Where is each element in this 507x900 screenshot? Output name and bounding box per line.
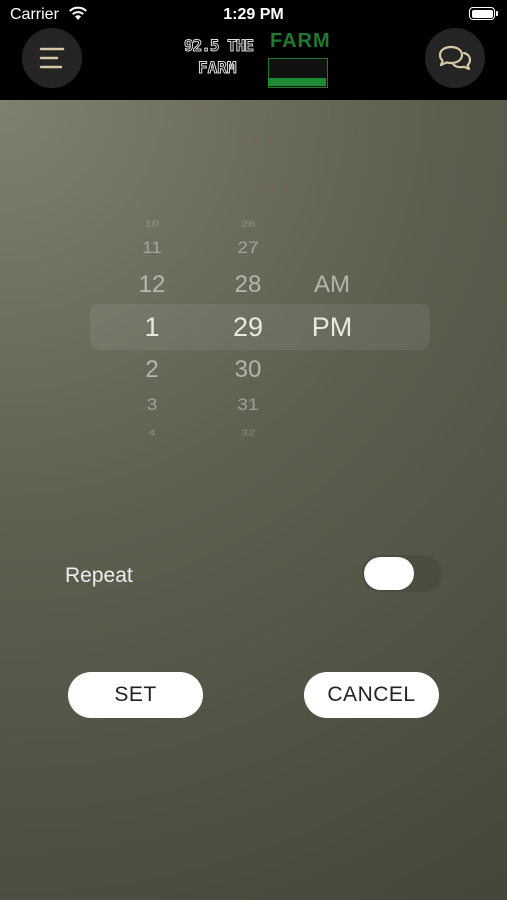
logo-line1: 92.5 THE	[183, 36, 254, 56]
logo-line2: FARM	[198, 58, 238, 78]
hour-option[interactable]: 2	[122, 358, 182, 382]
ampm-selected-pm[interactable]: PM	[302, 314, 362, 341]
minute-selected[interactable]: 29	[218, 314, 278, 341]
status-time: 1:29 PM	[223, 6, 284, 23]
cancel-button[interactable]: CANCEL	[304, 672, 439, 718]
logo-farm: FARM	[270, 30, 331, 52]
hour-option[interactable]: 12	[122, 273, 182, 297]
toggle-knob	[364, 557, 414, 590]
minute-option[interactable]: 27	[218, 240, 278, 256]
hour-selected[interactable]: 1	[122, 314, 182, 341]
battery-icon	[469, 7, 498, 20]
menu-lines-icon	[39, 47, 65, 69]
alarm-panel: 10 11 12 1 2 3 4 26 27 28 29 30 31 32 AM…	[0, 100, 507, 900]
minute-option[interactable]: 30	[218, 358, 278, 382]
status-bar: Carrier 1:29 PM	[0, 0, 507, 30]
hour-option[interactable]: 11	[122, 240, 182, 256]
hour-option[interactable]: 4	[122, 428, 182, 436]
set-button[interactable]: SET	[68, 672, 203, 718]
minute-option[interactable]: 32	[218, 428, 278, 436]
minute-option[interactable]: 31	[218, 397, 278, 413]
time-picker[interactable]: 10 11 12 1 2 3 4 26 27 28 29 30 31 32 AM…	[0, 100, 507, 900]
hour-option[interactable]: 10	[122, 219, 182, 227]
repeat-toggle[interactable]	[362, 555, 442, 592]
ampm-option-am[interactable]: AM	[302, 273, 362, 297]
hour-option[interactable]: 3	[122, 397, 182, 413]
station-logo: 92.5 THE FARM FARM	[182, 30, 332, 88]
menu-button[interactable]	[22, 28, 82, 88]
chat-bubbles-icon	[438, 45, 472, 71]
minute-option[interactable]: 26	[218, 219, 278, 227]
minute-option[interactable]: 28	[218, 273, 278, 297]
repeat-label: Repeat	[65, 564, 133, 587]
chat-button[interactable]	[425, 28, 485, 88]
logo-bar	[268, 78, 326, 86]
